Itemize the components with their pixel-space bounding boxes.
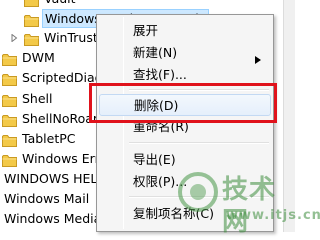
menu-separator: [129, 142, 269, 144]
highlight-box: [89, 83, 277, 123]
menu-item-copy-key-name[interactable]: 复制项名称(C): [99, 203, 271, 225]
submenu-arrow-icon: [255, 49, 261, 64]
folder-icon: [2, 112, 17, 127]
folder-icon: [2, 152, 17, 167]
context-menu: 展开 新建(N) 查找(F)... 删除(D) 重命名(R) 导出(E) 权限(…: [96, 14, 274, 232]
menu-item-expand[interactable]: 展开: [99, 20, 271, 42]
menu-item-permissions[interactable]: 权限(P)...: [99, 171, 271, 193]
folder-icon: [24, 31, 39, 46]
folder-icon: [2, 132, 17, 147]
folder-icon: [24, 12, 39, 27]
folder-icon: [2, 51, 17, 66]
folder-icon: [2, 71, 17, 86]
menu-item-export[interactable]: 导出(E): [99, 149, 271, 171]
vertical-scrollbar[interactable]: [283, 0, 295, 232]
expand-arrow-icon[interactable]: [10, 34, 18, 42]
folder-icon: [24, 0, 39, 7]
menu-separator: [129, 196, 269, 198]
menu-item-new[interactable]: 新建(N): [99, 42, 271, 64]
folder-icon: [2, 92, 17, 107]
